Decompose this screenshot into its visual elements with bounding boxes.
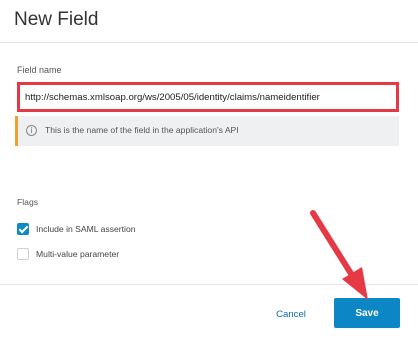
field-name-hint: i This is the name of the field in the a… <box>15 116 399 146</box>
flags-label: Flags <box>17 197 39 207</box>
field-name-label: Field name <box>17 65 62 75</box>
field-name-input-wrapper <box>17 82 399 112</box>
multi-value-label[interactable]: Multi-value parameter <box>36 249 119 259</box>
field-name-input[interactable] <box>20 85 396 109</box>
cancel-button[interactable]: Cancel <box>265 304 317 326</box>
new-field-dialog: New Field Field name i This is the name … <box>0 0 418 342</box>
hint-text: This is the name of the field in the app… <box>45 125 239 135</box>
dialog-title: New Field <box>14 9 99 30</box>
info-icon: i <box>26 125 37 136</box>
dialog-header: New Field <box>0 0 418 43</box>
include-saml-label[interactable]: Include in SAML assertion <box>36 224 136 234</box>
dialog-footer: Cancel Save <box>0 284 418 342</box>
include-saml-checkbox[interactable] <box>17 223 29 235</box>
multi-value-checkbox[interactable] <box>17 248 29 260</box>
save-button[interactable]: Save <box>334 298 400 328</box>
annotation-arrow-shaft <box>310 210 358 283</box>
